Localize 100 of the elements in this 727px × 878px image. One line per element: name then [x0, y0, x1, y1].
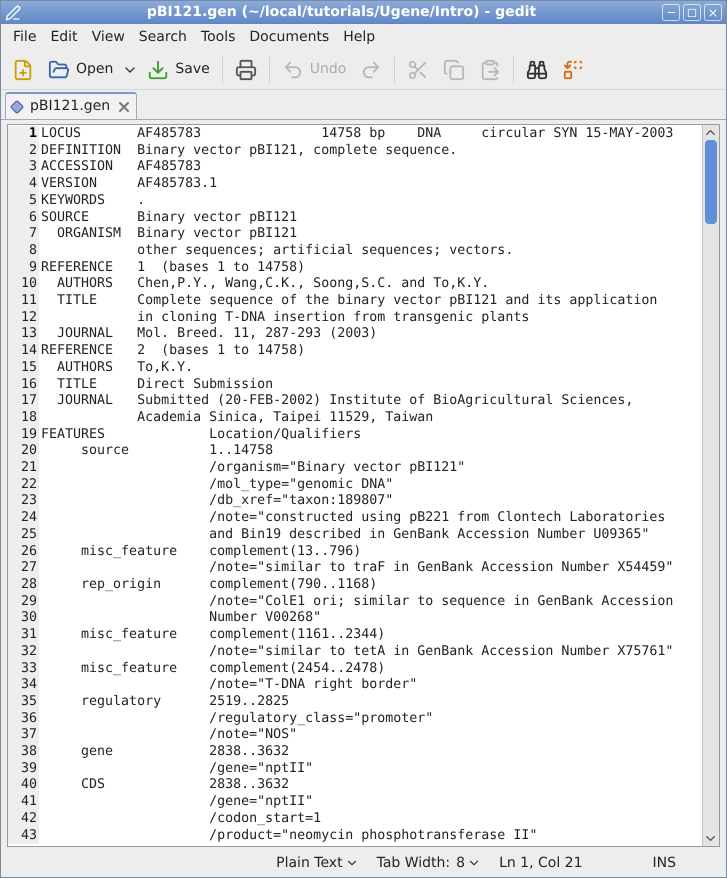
line-number: 5	[8, 192, 39, 210]
line-number: 19	[8, 426, 39, 444]
paste-icon	[479, 58, 502, 80]
line-number: 10	[8, 276, 39, 294]
code-line: TITLE Complete sequence of the binary vector pBI121 and its application	[56, 293, 658, 310]
insert-mode: INS	[652, 854, 676, 872]
line-number: 41	[8, 794, 39, 811]
line-number: 28	[8, 576, 39, 594]
redo-icon	[360, 58, 382, 80]
cut-icon	[407, 58, 430, 80]
cursor-position: Ln 1, Col 21	[499, 854, 582, 872]
line-number: 40	[8, 777, 39, 794]
code-line: REFERENCE 1 (bases 1 to 14758)	[40, 260, 306, 276]
scrollbar-thumb[interactable]	[705, 140, 717, 224]
code-line: KEYWORDS .	[40, 192, 146, 210]
code-line: gene 2838..3632	[80, 744, 290, 761]
line-number: 27	[8, 560, 39, 577]
code-line: SOURCE Binary vector pBI121	[40, 210, 298, 226]
code-line: DEFINITION Binary vector pBI121, complete sequence.	[40, 142, 458, 160]
code-line: /note="NOS"	[208, 727, 298, 744]
code-line: REFERENCE 2 (bases 1 to 14758)	[40, 343, 306, 360]
line-number: 18	[8, 410, 39, 427]
code-line: /mol_type="genomic DNA"	[208, 476, 394, 494]
code-line: misc_feature complement(2454..2478)	[80, 660, 386, 678]
line-number: 25	[8, 526, 39, 544]
code-line: other sequences; artificial sequences; vectors.	[136, 242, 514, 260]
window-title: pBI121.gen (~/local/tutorials/Ugene/Intro) - gedit	[146, 3, 538, 22]
line-number: 2	[8, 142, 39, 160]
copy-icon	[443, 58, 466, 80]
code-line: /gene="nptII"	[208, 760, 314, 778]
scrollbar[interactable]	[702, 125, 719, 846]
code-line: AUTHORS To,K.Y.	[56, 360, 194, 377]
file-tab[interactable]: pBI121.gen	[5, 92, 138, 119]
new-file-icon	[12, 58, 34, 80]
line-number: 4	[8, 176, 39, 193]
code-line: CDS 2838..3632	[80, 777, 290, 794]
line-number: 21	[8, 460, 39, 477]
code-line: ACCESSION AF485783	[40, 159, 202, 176]
close-icon	[707, 6, 719, 18]
menu-item[interactable]: Search	[132, 26, 194, 48]
menu-item[interactable]: File	[6, 26, 44, 48]
line-number: 11	[8, 293, 39, 310]
line-number: 17	[8, 393, 39, 410]
code-line: AUTHORS Chen,P.Y., Wang,C.K., Soong,S.C. and To,K.Y.	[56, 276, 490, 294]
menu-item[interactable]: Tools	[194, 26, 242, 48]
code-line: misc_feature complement(13..796)	[80, 544, 362, 560]
code-line: /note="similar to tetA in GenBank Accession Number X75761"	[208, 644, 674, 660]
line-number: 6	[8, 210, 39, 226]
menu-item[interactable]: Help	[336, 26, 382, 48]
maximize-button[interactable]	[683, 4, 701, 21]
print-icon	[234, 58, 257, 80]
code-line: and Bin19 described in GenBank Accession Number U09365"	[208, 526, 650, 544]
code-line: /organism="Binary vector pBI121"	[208, 460, 466, 477]
code-line: LOCUS AF485783 14758 bp DNA circular SYN 15-MAY-2003	[40, 126, 674, 143]
code-line: Academia Sinica, Taipei 11529, Taiwan	[136, 410, 434, 427]
line-number: 12	[8, 310, 39, 326]
tab-width-selector[interactable]: 8	[456, 852, 482, 874]
code-line: /codon_start=1	[208, 810, 322, 828]
line-number: 20	[8, 443, 39, 460]
code-line: /db_xref="taxon:189807"	[208, 493, 394, 510]
code-line: FEATURES Location/Qualifiers	[40, 426, 362, 444]
code-line: misc_feature complement(1161..2344)	[80, 627, 386, 644]
line-number: 13	[8, 326, 39, 344]
line-number: 7	[8, 226, 39, 243]
open-button[interactable]: Open	[43, 54, 118, 86]
line-number: 34	[8, 677, 39, 694]
code-line: rep_origin complement(790..1168)	[80, 576, 378, 594]
menu-item[interactable]: View	[84, 26, 132, 48]
line-number: 16	[8, 376, 39, 394]
code-line: /product="neomycin phosphotransferase II"	[208, 828, 538, 844]
menu-item[interactable]: Documents	[242, 26, 336, 48]
line-number: 39	[8, 760, 39, 778]
open-icon	[48, 58, 70, 80]
line-number: 35	[8, 694, 39, 711]
line-number: 32	[8, 644, 39, 660]
code-line: /gene="nptII"	[208, 794, 314, 811]
text-editor-icon	[5, 4, 21, 20]
maximize-icon	[687, 8, 697, 18]
code-line: VERSION AF485783.1	[40, 176, 218, 193]
code-line: source 1..14758	[80, 443, 274, 460]
code-line: ORGANISM Binary vector pBI121	[56, 226, 298, 243]
minimize-button[interactable]	[662, 4, 680, 21]
code-line: TITLE Direct Submission	[56, 376, 274, 394]
save-icon	[147, 58, 170, 80]
line-number: 30	[8, 610, 39, 628]
save-button[interactable]: Save	[142, 54, 215, 86]
undo-icon	[282, 58, 304, 80]
code-line: JOURNAL Mol. Breed. 11, 287-293 (2003)	[56, 326, 378, 344]
close-button[interactable]	[704, 4, 722, 21]
line-number: 31	[8, 627, 39, 644]
line-number: 8	[8, 242, 39, 260]
line-number: 26	[8, 544, 39, 560]
menu-item[interactable]: Edit	[43, 26, 85, 48]
code-line: JOURNAL Submitted (20-FEB-2002) Institute of BioAgricultural Sciences,	[56, 393, 634, 410]
code-line: /regulatory_class="promoter"	[208, 710, 434, 728]
language-selector[interactable]: Plain Text	[276, 852, 359, 874]
code-line: /note="similar to traF in GenBank Accession Number X54459"	[208, 560, 674, 577]
line-number: 38	[8, 744, 39, 761]
line-number: 3	[8, 159, 39, 176]
code-line: /note="T-DNA right border"	[208, 677, 418, 694]
